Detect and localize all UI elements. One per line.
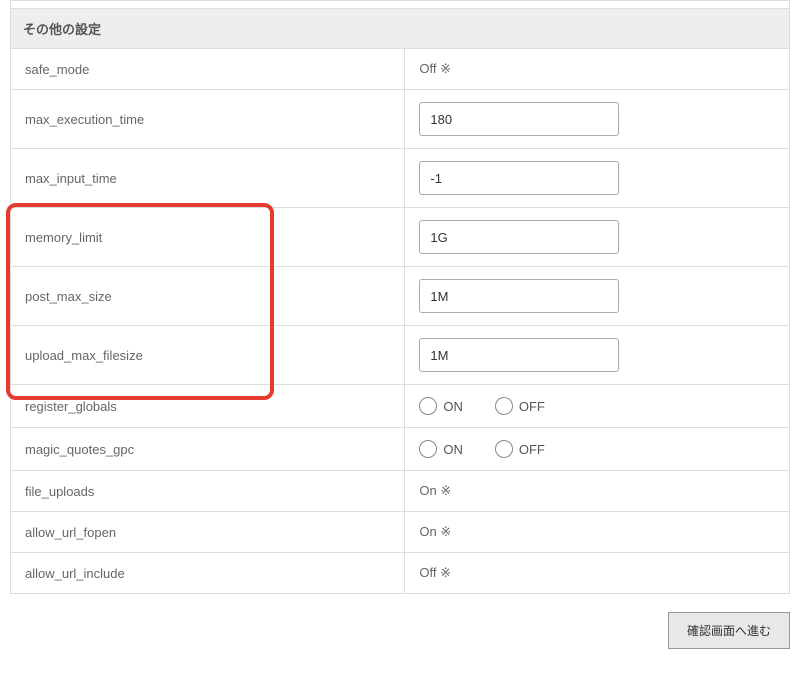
setting-label: magic_quotes_gpc — [11, 428, 405, 471]
magic-quotes-gpc-on[interactable]: ON — [419, 440, 463, 458]
setting-label: safe_mode — [11, 49, 405, 90]
table-row: magic_quotes_gpc ON OFF — [11, 428, 790, 471]
register-globals-radio-group: ON OFF — [419, 397, 775, 415]
radio-icon — [419, 397, 437, 415]
setting-label: upload_max_filesize — [11, 326, 405, 385]
max-execution-time-input[interactable] — [419, 102, 619, 136]
table-row: memory_limit — [11, 208, 790, 267]
section-header-row: その他の設定 — [11, 9, 790, 49]
register-globals-on[interactable]: ON — [419, 397, 463, 415]
radio-icon — [495, 397, 513, 415]
post-max-size-input[interactable] — [419, 279, 619, 313]
register-globals-off[interactable]: OFF — [495, 397, 545, 415]
confirm-button[interactable]: 確認画面へ進む — [668, 612, 790, 649]
setting-label: max_input_time — [11, 149, 405, 208]
table-row: register_globals ON OFF — [11, 385, 790, 428]
setting-label: register_globals — [11, 385, 405, 428]
radio-off-label: OFF — [519, 399, 545, 414]
table-row: safe_mode Off ※ — [11, 49, 790, 90]
table-row: allow_url_fopen On ※ — [11, 512, 790, 553]
radio-icon — [495, 440, 513, 458]
max-input-time-input[interactable] — [419, 161, 619, 195]
table-row: post_max_size — [11, 267, 790, 326]
footer: 確認画面へ進む — [10, 612, 790, 649]
radio-icon — [419, 440, 437, 458]
table-row: max_input_time — [11, 149, 790, 208]
setting-label: post_max_size — [11, 267, 405, 326]
settings-table: その他の設定 safe_mode Off ※ max_execution_tim… — [10, 8, 790, 594]
section-title: その他の設定 — [11, 9, 790, 49]
upload-max-filesize-input[interactable] — [419, 338, 619, 372]
setting-label: file_uploads — [11, 471, 405, 512]
setting-value-static: On ※ — [405, 512, 790, 553]
setting-label: allow_url_fopen — [11, 512, 405, 553]
table-row: file_uploads On ※ — [11, 471, 790, 512]
radio-off-label: OFF — [519, 442, 545, 457]
setting-label: allow_url_include — [11, 553, 405, 594]
setting-value-static: On ※ — [405, 471, 790, 512]
magic-quotes-gpc-off[interactable]: OFF — [495, 440, 545, 458]
radio-on-label: ON — [443, 399, 463, 414]
magic-quotes-gpc-radio-group: ON OFF — [419, 440, 775, 458]
setting-value-static: Off ※ — [405, 49, 790, 90]
setting-label: memory_limit — [11, 208, 405, 267]
radio-on-label: ON — [443, 442, 463, 457]
table-row: upload_max_filesize — [11, 326, 790, 385]
memory-limit-input[interactable] — [419, 220, 619, 254]
setting-label: max_execution_time — [11, 90, 405, 149]
table-row: allow_url_include Off ※ — [11, 553, 790, 594]
table-row: max_execution_time — [11, 90, 790, 149]
setting-value-static: Off ※ — [405, 553, 790, 594]
